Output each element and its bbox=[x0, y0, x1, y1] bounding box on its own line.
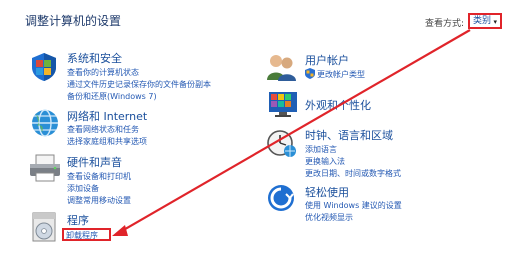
annotation-arrow bbox=[112, 29, 471, 236]
control-panel-window: 调整计算机的设置 查看方式: 类别 ▾ 系统和安全 查看你的计算机状态 通过文件… bbox=[0, 0, 512, 263]
